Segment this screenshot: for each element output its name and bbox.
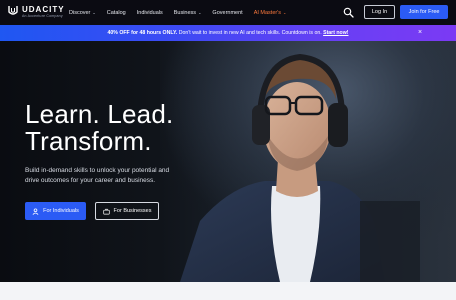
- promo-banner: 40% OFF for 48 hours ONLY. Don't wait to…: [0, 25, 456, 41]
- promo-message: 40% OFF for 48 hours ONLY. Don't wait to…: [108, 30, 349, 36]
- udacity-logo-icon: [8, 6, 18, 15]
- for-businesses-button[interactable]: For Businesses: [95, 202, 159, 220]
- hero-subtitle: Build in-demand skills to unlock your po…: [25, 167, 170, 184]
- brand-name: UDACITY: [22, 5, 65, 14]
- for-businesses-label: For Businesses: [113, 208, 152, 214]
- hero-section: Learn. Lead. Transform. Build in-demand …: [0, 41, 456, 282]
- hero-title: Learn. Lead. Transform.: [25, 101, 173, 155]
- briefcase-icon: [102, 208, 110, 214]
- promo-start-now-link[interactable]: Start now!: [323, 30, 348, 36]
- nav-item-label: Government: [212, 9, 243, 16]
- nav-item-label: Business: [173, 9, 197, 16]
- nav-item-discover[interactable]: Discover ⌄: [69, 10, 96, 16]
- nav-item-label: AI Master's: [253, 9, 282, 16]
- hero-person-image: [160, 41, 456, 282]
- search-icon[interactable]: [343, 7, 354, 18]
- nav-item-label: Catalog: [106, 9, 126, 16]
- hero-title-line-1: Learn. Lead.: [25, 99, 174, 129]
- for-individuals-button[interactable]: For Individuals: [25, 202, 86, 220]
- hero-title-line-2: Transform.: [25, 126, 152, 156]
- nav-item-government[interactable]: Government: [212, 10, 242, 16]
- chevron-down-icon: ⌄: [92, 10, 96, 15]
- udacity-logo[interactable]: UDACITY An Accenture Company: [8, 5, 65, 19]
- for-individuals-label: For Individuals: [43, 208, 79, 214]
- nav-item-individuals[interactable]: Individuals: [137, 10, 163, 16]
- promo-highlight: 40% OFF for 48 hours ONLY.: [107, 30, 178, 36]
- nav-item-business[interactable]: Business ⌄: [174, 10, 202, 16]
- login-button[interactable]: Log In: [364, 5, 395, 19]
- page-bottom-strip: [0, 282, 456, 300]
- join-free-button[interactable]: Join for Free: [400, 5, 448, 19]
- nav-item-catalog[interactable]: Catalog: [107, 10, 126, 16]
- close-icon[interactable]: ×: [416, 29, 424, 37]
- top-nav: UDACITY An Accenture Company Discover ⌄ C…: [0, 0, 456, 25]
- nav-item-label: Discover: [69, 9, 91, 16]
- nav-menu: Discover ⌄ Catalog Individuals Business ⌄ …: [69, 0, 297, 25]
- brand-tagline: An Accenture Company: [22, 14, 63, 18]
- nav-item-ai-masters[interactable]: AI Master's ⌄: [254, 10, 287, 16]
- chevron-down-icon: ⌄: [198, 10, 202, 15]
- nav-item-label: Individuals: [136, 9, 163, 16]
- promo-body: Don't wait to invest in new AI and tech …: [177, 30, 324, 36]
- chevron-down-icon: ⌄: [283, 10, 287, 15]
- person-icon: [32, 207, 39, 215]
